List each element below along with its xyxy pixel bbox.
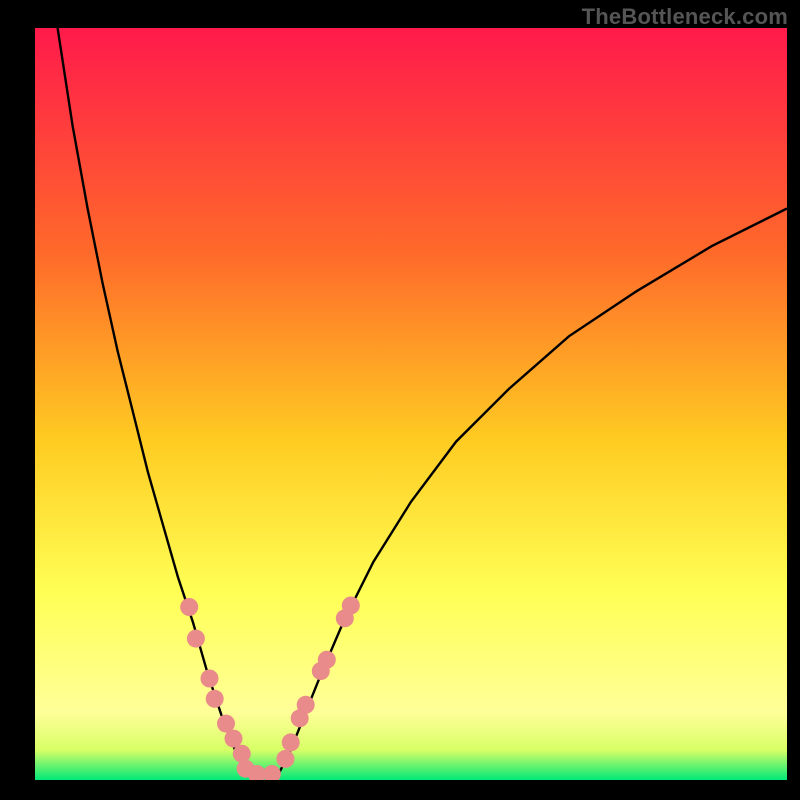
plot-area	[35, 28, 787, 780]
chart-background	[35, 28, 787, 780]
marker-dot	[180, 598, 198, 616]
marker-dot	[225, 730, 243, 748]
marker-dot	[282, 733, 300, 751]
marker-dot	[318, 651, 336, 669]
watermark-text: TheBottleneck.com	[582, 4, 788, 30]
marker-dot	[206, 690, 224, 708]
marker-dot	[276, 750, 294, 768]
marker-dot	[233, 745, 251, 763]
chart-svg	[35, 28, 787, 780]
marker-dot	[187, 630, 205, 648]
chart-frame: TheBottleneck.com	[0, 0, 800, 800]
marker-dot	[342, 597, 360, 615]
marker-dot	[201, 670, 219, 688]
marker-dot	[297, 696, 315, 714]
